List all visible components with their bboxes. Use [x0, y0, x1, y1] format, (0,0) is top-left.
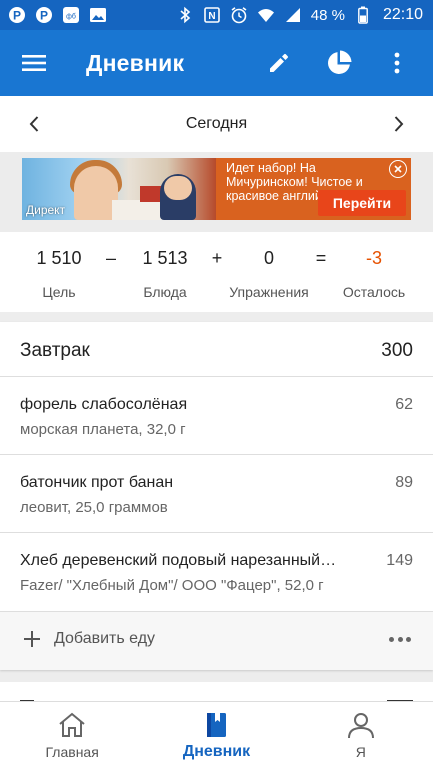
battery-percent: 48 %: [310, 6, 345, 24]
remaining-value: -3: [365, 248, 382, 268]
menu-icon[interactable]: [22, 51, 46, 75]
pinterest-icon: P: [35, 6, 53, 24]
next-day-button[interactable]: [377, 102, 421, 146]
remaining-label: Осталось: [342, 284, 406, 300]
ad-banner[interactable]: Директ Идет набор! На Мичуринском! Чисто…: [22, 158, 411, 220]
edit-icon[interactable]: [265, 49, 293, 77]
nav-item-home[interactable]: Главная: [0, 702, 144, 770]
status-bar-system: N 48 % 22:10: [176, 6, 423, 24]
goal-label: Цель: [42, 284, 76, 300]
diary-book-icon: [207, 713, 227, 737]
app-bar: Дневник: [0, 30, 433, 96]
summary-food: 1 513 Блюда: [126, 232, 204, 312]
pinterest-icon: P: [8, 6, 26, 24]
signal-icon: [284, 6, 302, 24]
food-item[interactable]: батончик прот банан леовит, 25,0 граммов…: [0, 455, 433, 533]
clock: 22:10: [382, 6, 423, 23]
food-value: 1 513: [142, 248, 188, 268]
calorie-summary[interactable]: 1 510 Цель – 1 513 Блюда + 0 Упражнения …: [0, 232, 433, 312]
food-name: форель слабосолёная: [20, 396, 188, 413]
svg-text:фб: фб: [66, 13, 76, 21]
bluetooth-icon: [176, 6, 194, 24]
meal-calories: 300: [381, 340, 413, 361]
svg-text:N: N: [208, 11, 215, 22]
nav-item-diary[interactable]: Дневник: [144, 702, 288, 770]
goal-value: 1 510: [36, 248, 82, 268]
food-name: батончик прот банан: [20, 474, 174, 491]
date-label[interactable]: Сегодня: [186, 115, 247, 133]
food-item[interactable]: Хлеб деревенский подовый нарезанный… Faz…: [0, 533, 433, 612]
meal-name: Завтрак: [20, 340, 90, 361]
food-description: морская планета, 32,0 г: [20, 421, 186, 438]
food-label: Блюда: [143, 284, 187, 300]
meal-header[interactable]: Завтрак 300: [0, 322, 433, 377]
nav-label: Я: [355, 744, 366, 760]
person-icon: [347, 713, 374, 739]
previous-day-button[interactable]: [12, 102, 56, 146]
bottom-navigation: Главная Дневник Я: [0, 701, 433, 770]
food-name: Хлеб деревенский подовый нарезанный…: [20, 552, 337, 569]
nav-label: Главная: [45, 744, 99, 760]
summary-remaining: -3 Осталось: [334, 232, 414, 312]
svg-text:P: P: [40, 9, 48, 23]
food-calories: 89: [395, 474, 413, 491]
status-bar: P P фб N 48 % 22:10: [0, 0, 433, 30]
ad-image[interactable]: Директ: [22, 158, 216, 220]
more-horiz-icon[interactable]: [389, 630, 411, 648]
status-bar-notifications: P P фб: [8, 6, 107, 24]
pie-chart-icon[interactable]: [325, 49, 353, 77]
food-description: Fazer/ "Хлебный Дом"/ ООО "Фацер", 52,0 …: [20, 577, 324, 594]
summary-goal: 1 510 Цель: [20, 232, 98, 312]
alarm-icon: [230, 6, 248, 24]
add-food-button[interactable]: Добавить еду: [54, 630, 155, 648]
ad-source-label: Директ: [26, 203, 66, 217]
wifi-icon: [257, 6, 275, 24]
nav-label: Дневник: [182, 743, 251, 760]
exercise-value: 0: [263, 248, 274, 268]
more-vert-icon[interactable]: [383, 49, 411, 77]
nfc-icon: N: [203, 6, 221, 24]
home-icon: [59, 712, 85, 737]
plus-operator: +: [211, 248, 223, 268]
date-navigator: Сегодня: [0, 96, 433, 152]
summary-exercise: 0 Упражнения: [229, 232, 309, 312]
ad-content[interactable]: Идет набор! На Мичуринском! Чистое и кра…: [216, 158, 411, 220]
food-item[interactable]: форель слабосолёная морская планета, 32,…: [0, 377, 433, 455]
nav-item-me[interactable]: Я: [289, 702, 433, 770]
image-icon: [89, 6, 107, 24]
battery-icon: [354, 6, 372, 24]
add-food-row: Добавить еду: [0, 612, 433, 670]
page-title: Дневник: [86, 49, 185, 76]
chevron-left-icon: [29, 116, 39, 132]
food-calories: 149: [386, 552, 413, 569]
minus-operator: –: [105, 248, 116, 268]
food-description: леовит, 25,0 граммов: [20, 499, 168, 516]
meal-card-breakfast: Завтрак 300 форель слабосолёная морская …: [0, 322, 433, 670]
svg-text:P: P: [13, 9, 21, 23]
equals-operator: =: [315, 248, 327, 268]
ad-container: Директ Идет набор! На Мичуринском! Чисто…: [0, 152, 433, 232]
ad-cta-button[interactable]: Перейти: [318, 190, 406, 216]
food-calories: 62: [395, 396, 413, 413]
chevron-right-icon: [394, 116, 404, 132]
close-icon[interactable]: [389, 160, 407, 178]
plus-icon[interactable]: [22, 629, 42, 649]
messenger-app-icon: фб: [62, 6, 80, 24]
exercise-label: Упражнения: [229, 284, 309, 300]
